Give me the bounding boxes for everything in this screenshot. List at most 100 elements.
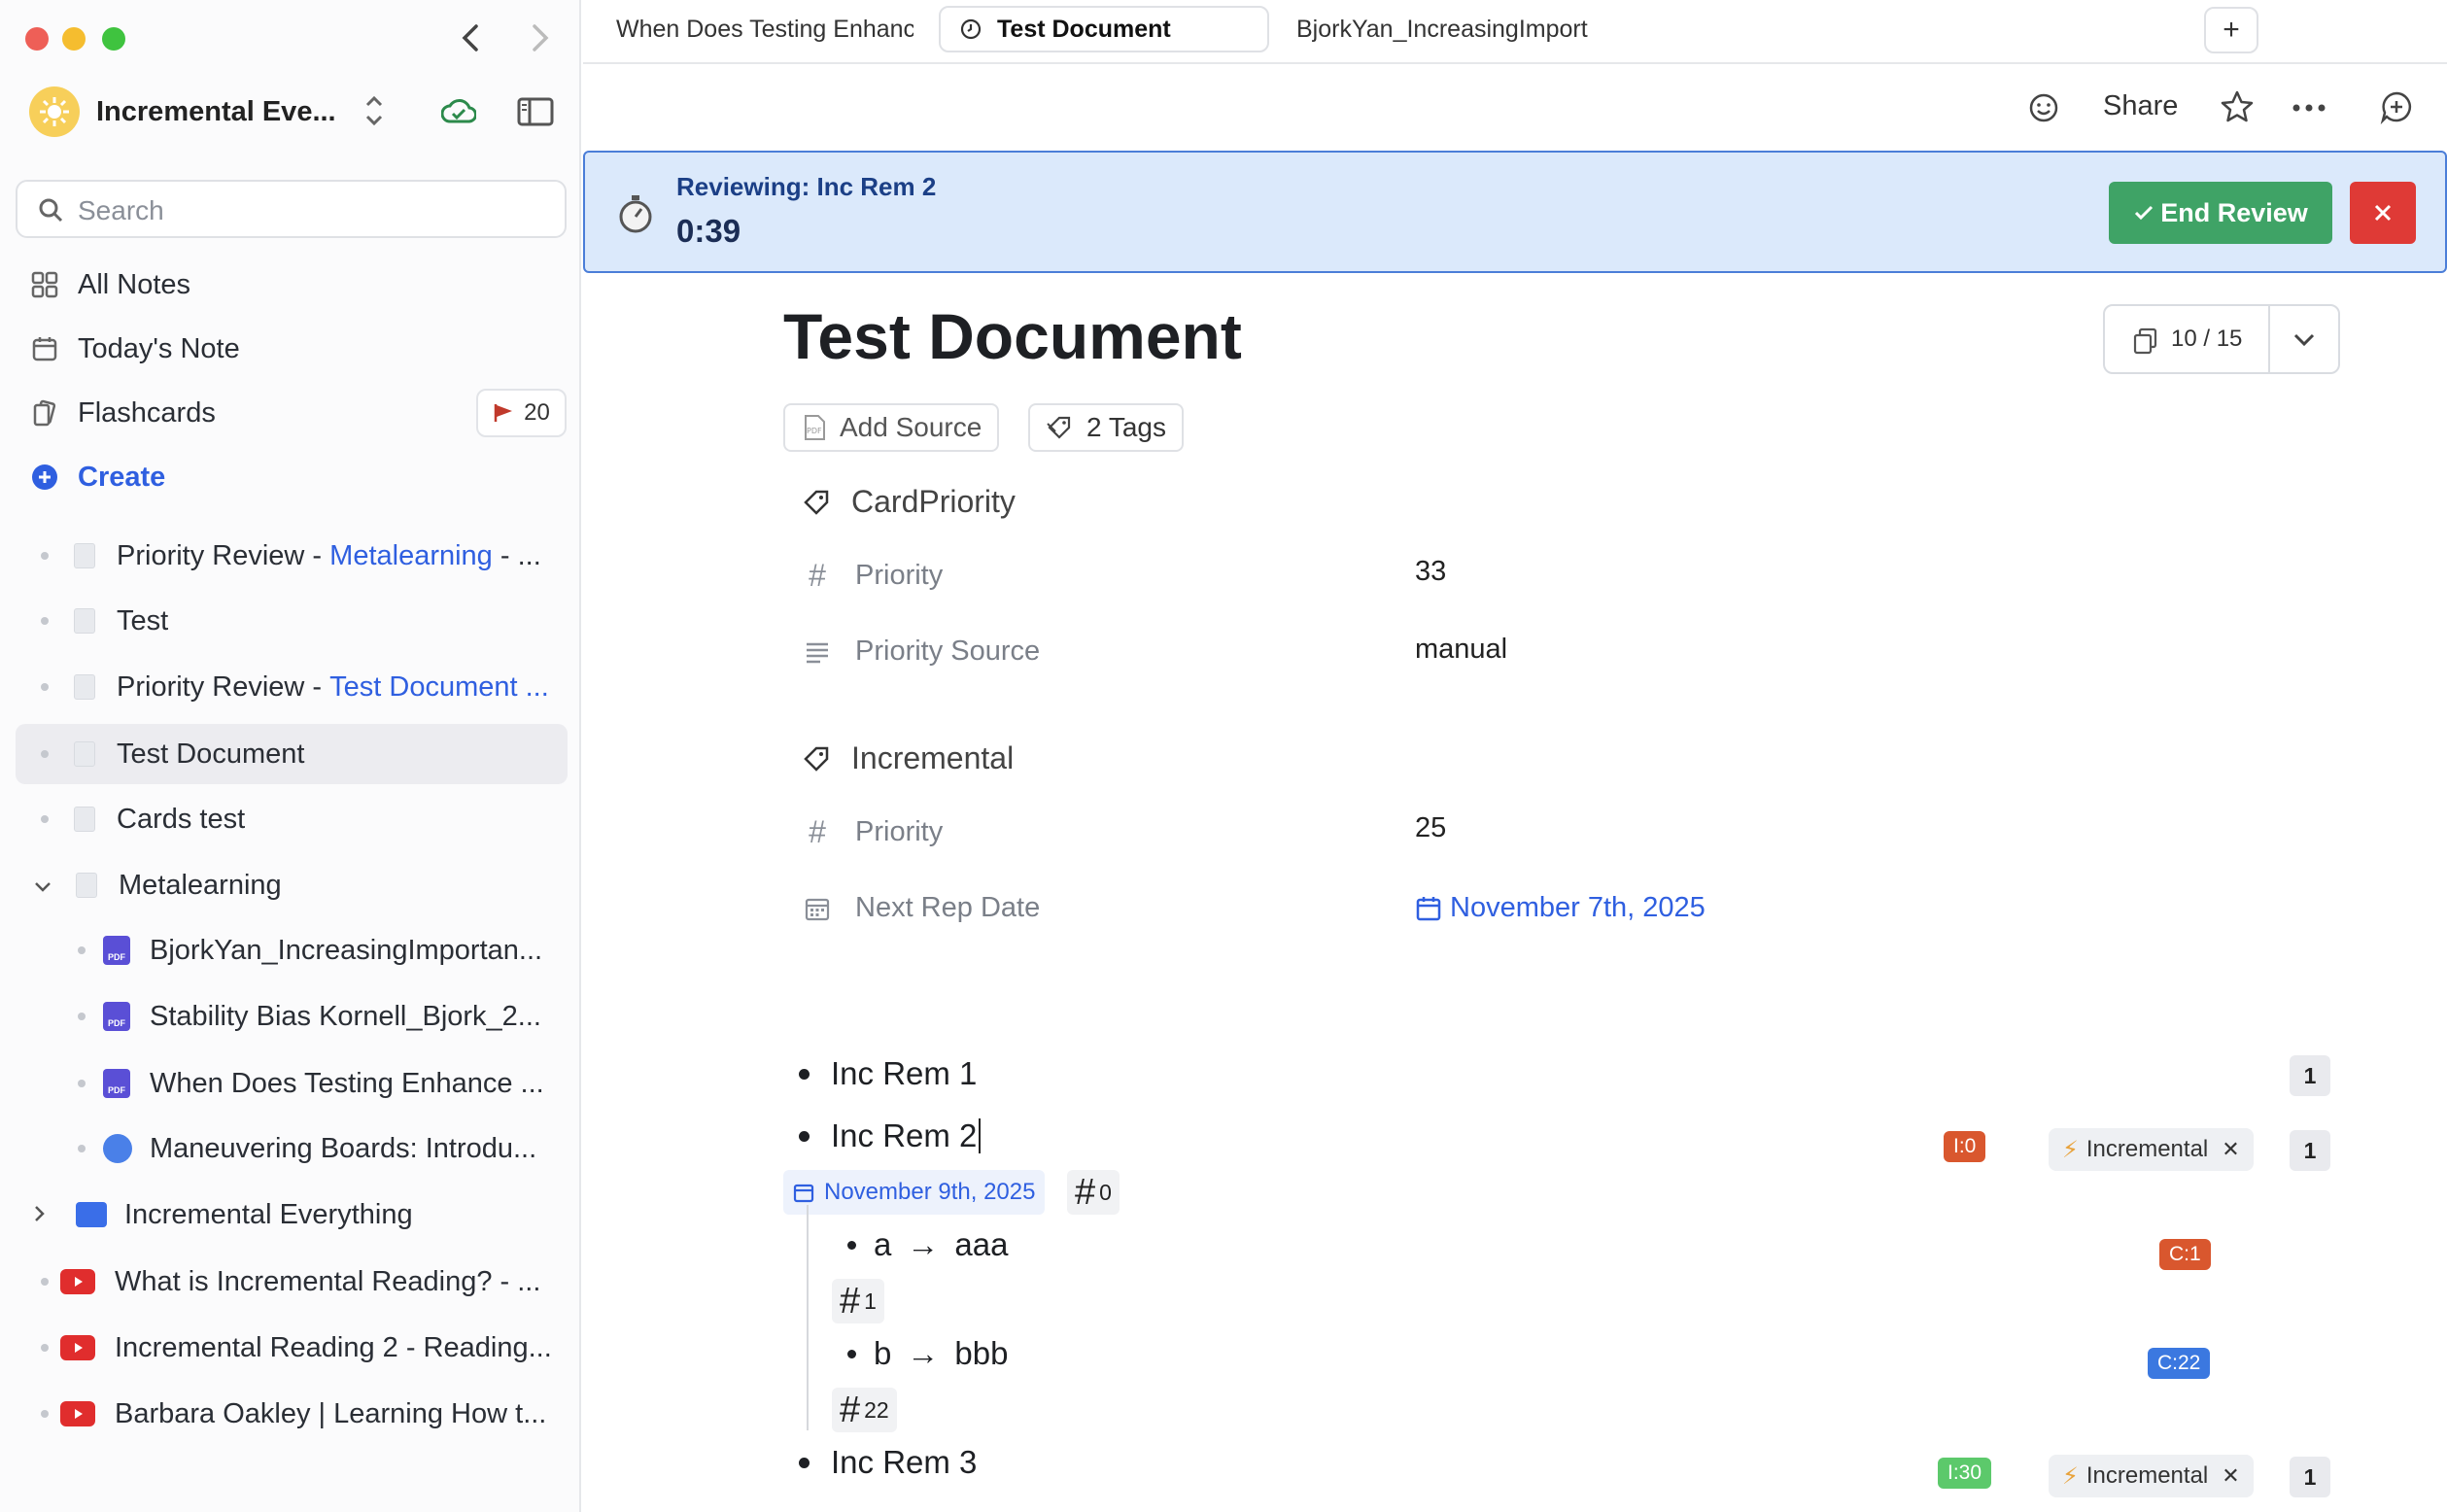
- tab-test-document[interactable]: Test Document: [939, 6, 1269, 52]
- tree-item-what-is-incremental-reading[interactable]: What is Incremental Reading? - ...: [16, 1252, 568, 1312]
- card-priority-chip[interactable]: C:1: [2159, 1239, 2211, 1270]
- tag-heading-cardpriority[interactable]: CardPriority: [803, 484, 1016, 520]
- cancel-review-button[interactable]: [2350, 182, 2416, 244]
- more-options-icon[interactable]: [2292, 101, 2326, 119]
- star-icon[interactable]: [2220, 89, 2255, 129]
- rem-inc-rem-2[interactable]: Inc Rem 2: [799, 1117, 982, 1154]
- flashcards-due-badge[interactable]: 20: [476, 389, 567, 437]
- sidebar-toggle-icon[interactable]: [517, 97, 554, 131]
- share-button[interactable]: Share: [2103, 90, 2178, 122]
- indent-guide: [807, 1205, 809, 1430]
- bullet-dot: [78, 1080, 86, 1087]
- page-title[interactable]: Test Document: [783, 299, 1242, 373]
- workspace-switcher-icon[interactable]: [362, 91, 387, 135]
- rem-count-badge[interactable]: 1: [2290, 1055, 2330, 1096]
- create-button[interactable]: Create: [29, 453, 165, 501]
- incremental-priority-chip[interactable]: I:0: [1944, 1131, 1986, 1162]
- new-tab-button[interactable]: +: [2204, 7, 2258, 53]
- back-arrow-icon[interactable]: [457, 21, 486, 63]
- sidebar-item-label: Flashcards: [78, 396, 216, 429]
- tag-heading-incremental[interactable]: Incremental: [803, 740, 1014, 776]
- tree-item-test[interactable]: Test: [16, 591, 568, 651]
- chevron-down-icon[interactable]: [2292, 331, 2317, 354]
- tab-label: BjorkYan_IncreasingImport: [1296, 15, 1588, 43]
- close-icon[interactable]: ✕: [2222, 1463, 2239, 1489]
- check-icon: [2135, 205, 2154, 221]
- workspace-logo[interactable]: [29, 86, 80, 137]
- tree-item-maneuvering-boards[interactable]: Maneuvering Boards: Introdu...: [16, 1118, 568, 1179]
- card-priority-hash[interactable]: #1: [832, 1279, 884, 1323]
- tree-item-stability-bias[interactable]: PDF Stability Bias Kornell_Bjork_2...: [16, 986, 568, 1047]
- tree-item-bjorkyan[interactable]: PDF BjorkYan_IncreasingImportan...: [16, 920, 568, 980]
- rem-inc-rem-3[interactable]: Inc Rem 3: [799, 1444, 977, 1481]
- tab-bjorkyan[interactable]: BjorkYan_IncreasingImport: [1296, 6, 1594, 52]
- add-source-button[interactable]: PDF Add Source: [783, 403, 1000, 452]
- card-priority-hash[interactable]: #22: [832, 1388, 897, 1432]
- card-b[interactable]: b → bbb: [847, 1335, 1008, 1372]
- workspace-name[interactable]: Incremental Eve...: [96, 96, 336, 128]
- card-a[interactable]: a → aaa: [847, 1226, 1008, 1263]
- tags-button[interactable]: 2 Tags: [1028, 403, 1184, 452]
- number-icon: #: [809, 558, 826, 593]
- tree-item-incremental-everything[interactable]: Incremental Everything: [16, 1185, 568, 1245]
- text-lines-icon: [803, 640, 832, 664]
- rem-priority-chip[interactable]: #0: [1067, 1170, 1120, 1215]
- sidebar-item-todays-note[interactable]: Today's Note: [29, 325, 240, 373]
- tree-item-priority-review-test-document[interactable]: Priority Review - Test Document ...: [16, 657, 568, 717]
- close-icon[interactable]: ✕: [2222, 1137, 2239, 1162]
- tree-item-cards-test[interactable]: Cards test: [16, 789, 568, 849]
- forward-arrow-icon[interactable]: [525, 21, 554, 63]
- incremental-tag[interactable]: ⚡ Incremental ✕: [2049, 1128, 2254, 1171]
- sidebar-item-all-notes[interactable]: All Notes: [29, 260, 190, 309]
- pager-divider: [2268, 306, 2270, 372]
- tree-item-link[interactable]: Metalearning: [329, 540, 493, 572]
- emoji-icon[interactable]: [2027, 91, 2060, 129]
- tree-item-test-document[interactable]: Test Document: [16, 724, 568, 784]
- sync-cloud-icon[interactable]: [440, 97, 477, 131]
- tree-item-link[interactable]: Test Document ...: [329, 671, 549, 704]
- add-source-label: Add Source: [840, 412, 982, 442]
- pdf-icon: PDF: [103, 1002, 130, 1031]
- bullet-dot: [41, 1410, 49, 1418]
- property-next-rep-date-value[interactable]: November 7th, 2025: [1415, 892, 1706, 924]
- rem-text: Inc Rem 2: [831, 1117, 978, 1153]
- card-priority-chip[interactable]: C:22: [2148, 1348, 2211, 1379]
- tree-item-label: Stability Bias Kornell_Bjork_2...: [150, 1000, 541, 1032]
- document-icon: [74, 608, 95, 634]
- date-label: November 9th, 2025: [824, 1179, 1036, 1205]
- review-timer: 0:39: [676, 213, 741, 249]
- rem-count-badge[interactable]: 1: [2290, 1457, 2330, 1497]
- property-incremental-priority-value[interactable]: 25: [1415, 812, 1446, 844]
- tree-item-label: Cards test: [117, 803, 246, 835]
- chevron-down-icon[interactable]: [33, 870, 52, 902]
- add-comment-icon[interactable]: [2379, 89, 2414, 129]
- rem-count-badge[interactable]: 1: [2290, 1130, 2330, 1171]
- tree-item-label: Incremental Everything: [124, 1198, 413, 1230]
- folder-icon: [76, 1202, 107, 1227]
- tree-item-when-does-testing[interactable]: PDF When Does Testing Enhance ...: [16, 1053, 568, 1114]
- tag-heading-label: Incremental: [851, 740, 1015, 775]
- property-label: Priority: [855, 560, 944, 591]
- bullet-dot: [41, 552, 49, 560]
- tree-item-metalearning[interactable]: Metalearning: [16, 855, 568, 915]
- end-review-button[interactable]: End Review: [2109, 182, 2332, 244]
- document-pager[interactable]: 10 / 15: [2103, 304, 2340, 374]
- property-priority-value[interactable]: 33: [1415, 556, 1446, 588]
- review-title: Reviewing: Inc Rem 2: [676, 172, 937, 201]
- rem-next-date-chip[interactable]: November 9th, 2025: [783, 1170, 1046, 1215]
- incremental-tag[interactable]: ⚡ Incremental ✕: [2049, 1455, 2254, 1497]
- chevron-right-icon[interactable]: [33, 1199, 47, 1231]
- tree-item-priority-review-metalearning[interactable]: Priority Review - Metalearning - ...: [16, 526, 568, 586]
- minimize-window-button[interactable]: [62, 27, 86, 51]
- incremental-priority-chip[interactable]: I:30: [1938, 1458, 1992, 1489]
- rem-inc-rem-1[interactable]: Inc Rem 1: [799, 1055, 977, 1092]
- zoom-window-button[interactable]: [102, 27, 125, 51]
- sidebar-item-flashcards[interactable]: Flashcards: [29, 389, 216, 437]
- close-window-button[interactable]: [25, 27, 49, 51]
- tree-item-incremental-reading-2[interactable]: Incremental Reading 2 - Reading...: [16, 1318, 568, 1378]
- tab-when-does-testing[interactable]: When Does Testing Enhanc: [616, 6, 913, 52]
- property-priority-source-value[interactable]: manual: [1415, 634, 1507, 666]
- search-input[interactable]: Search: [16, 180, 567, 238]
- priority-value: 0: [1099, 1179, 1112, 1205]
- tree-item-barbara-oakley[interactable]: Barbara Oakley | Learning How t...: [16, 1384, 568, 1444]
